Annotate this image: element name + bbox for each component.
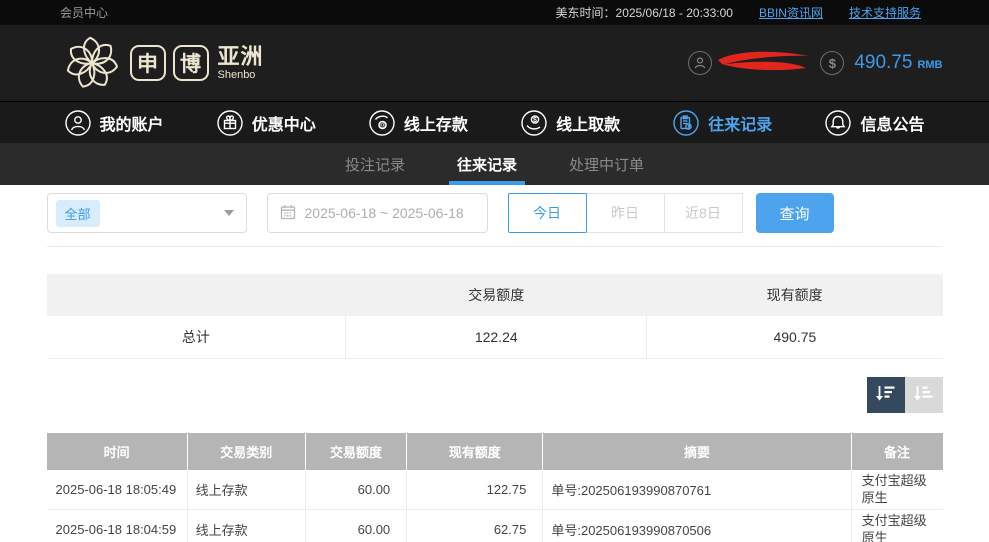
summary-total-row: 总计 122.24 490.75 [46,316,943,359]
logo-sub-label: Shenbo [217,68,256,81]
site-logo[interactable]: 申 博 亚洲 Shenbo [61,32,264,94]
nav-item-transactions[interactable]: 往来记录 [673,109,773,136]
currency-icon: $ [820,51,845,75]
bbin-news-link[interactable]: BBIN资讯网 [759,4,823,21]
summary-total-label: 总计 [46,316,346,359]
gift-icon [216,109,243,136]
tab-pending-orders[interactable]: 处理中订单 [561,143,652,185]
nav-item-my-account[interactable]: 我的账户 [64,109,164,136]
quick-range-8days-button[interactable]: 近8日 [663,193,743,233]
nav-item-promotions[interactable]: 优惠中心 [216,109,316,136]
records-header-note: 备注 [850,432,943,470]
topbar: 会员中心 美东时间：2025/06/18 - 20:33:00 BBIN资讯网 … [0,0,989,25]
record-summary: 单号:202506193990870761 [542,469,852,510]
records-icon [673,109,699,136]
svg-text:$: $ [533,116,537,123]
record-time: 2025-06-18 18:05:49 [46,469,188,510]
filter-bar: 全部 2025-06-18 ~ 2025-06-18 今日 昨日 近8日 查询 [46,193,943,233]
records-header-time: 时间 [46,432,188,470]
sort-descending-icon [875,383,896,406]
logo-region-label: 亚洲 [217,43,264,69]
summary-total-balance: 490.75 [646,316,943,359]
record-type: 线上存款 [186,509,306,542]
tab-transaction-records[interactable]: 往来记录 [448,143,525,185]
summary-header-amount: 交易额度 [345,274,647,316]
date-range-input[interactable]: 2025-06-18 ~ 2025-06-18 [266,193,488,233]
header: 申 博 亚洲 Shenbo $ 490.75 RMB [0,25,989,101]
records-header-type: 交易类别 [186,432,306,470]
sort-controls [47,376,943,413]
account-area: $ 490.75 RMB [688,48,943,79]
type-selected-tag: 全部 [55,199,100,227]
type-select[interactable]: 全部 [46,193,247,233]
nav-item-announcements[interactable]: 信息公告 [825,109,925,136]
nav-label: 线上取款 [556,116,621,134]
nav-item-deposit[interactable]: @ 线上存款 [369,109,468,136]
quick-range-yesterday-button[interactable]: 昨日 [585,193,665,233]
query-button[interactable]: 查询 [755,193,834,233]
subnav: 投注记录 往来记录 处理中订单 [0,143,989,185]
dollar-sign: $ [828,55,836,71]
eastern-time-label: 美东时间：2025/06/18 - 20:33:00 [555,6,733,20]
record-time: 2025-06-18 18:04:59 [46,509,188,542]
sort-descending-button[interactable] [866,376,905,413]
summary-header-empty [46,274,346,316]
records-header-amount: 交易额度 [304,432,407,470]
summary-total-amount: 122.24 [345,316,647,359]
record-note: 支付宝超级原生 [850,509,943,542]
record-summary: 单号:202506193990870506 [542,509,852,542]
user-icon [64,109,91,136]
user-avatar-icon[interactable] [688,51,713,75]
record-amount: 60.00 [304,509,407,542]
divider [46,246,943,247]
calendar-icon [280,204,296,223]
record-type: 线上存款 [186,469,306,510]
nav-item-withdraw[interactable]: $ 线上取款 [521,109,621,136]
sort-ascending-icon [913,383,934,406]
summary-header-row: 交易额度 现有额度 [46,274,943,316]
summary-table: 交易额度 现有额度 总计 122.24 490.75 [46,274,943,359]
content: 全部 2025-06-18 ~ 2025-06-18 今日 昨日 近8日 查询 [46,193,943,542]
deposit-icon: @ [369,109,395,136]
balance-amount: 490.75 [854,52,913,73]
chevron-down-icon [223,210,234,216]
logo-char-shen: 申 [129,45,166,81]
withdraw-icon: $ [521,109,547,136]
nav-label: 线上存款 [403,116,468,134]
date-range-value: 2025-06-18 ~ 2025-06-18 [304,205,464,221]
tab-bet-records[interactable]: 投注记录 [337,143,413,185]
quick-range-group: 今日 昨日 近8日 [507,193,743,233]
records-table: 时间 交易类别 交易额度 现有额度 摘要 备注 2025-06-18 18:05… [46,432,943,542]
quick-range-today-button[interactable]: 今日 [507,193,587,233]
record-amount: 60.00 [304,469,407,510]
nav-label: 信息公告 [860,116,925,134]
records-header-row: 时间 交易类别 交易额度 现有额度 摘要 备注 [46,432,943,470]
tech-support-link[interactable]: 技术支持服务 [849,4,921,21]
logo-char-bo: 博 [172,45,209,81]
topbar-right: 美东时间：2025/06/18 - 20:33:00 BBIN资讯网 技术支持服… [556,4,921,21]
redaction-scribble [716,48,814,79]
balance-currency: RMB [917,59,943,71]
table-row: 2025-06-18 18:05:49 线上存款 60.00 122.75 单号… [46,469,943,510]
record-balance: 62.75 [406,509,543,542]
record-note: 支付宝超级原生 [850,469,943,510]
nav-label: 往来记录 [708,116,773,134]
nav-label: 优惠中心 [251,116,316,134]
main-nav: 我的账户 优惠中心 @ 线上存款 $ 线上取款 往来记录 信息公告 [0,101,989,143]
bell-icon [825,109,852,136]
nav-label: 我的账户 [99,116,164,134]
records-header-balance: 现有额度 [406,432,543,470]
member-center-link[interactable]: 会员中心 [60,4,108,21]
svg-text:@: @ [379,122,385,129]
summary-header-balance: 现有额度 [646,274,943,316]
record-balance: 122.75 [406,469,543,510]
records-header-summary: 摘要 [542,432,852,470]
flower-logo-icon [61,32,123,94]
table-row: 2025-06-18 18:04:59 线上存款 60.00 62.75 单号:… [46,509,943,542]
sort-ascending-button[interactable] [904,376,943,413]
